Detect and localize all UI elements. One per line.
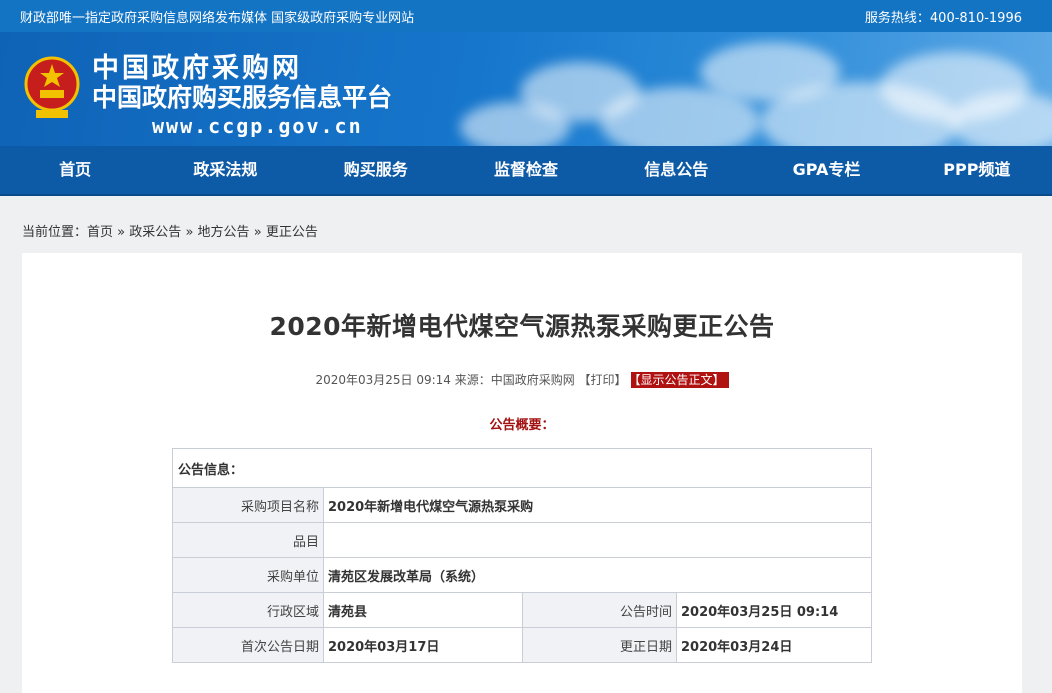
- logo-subtitle: 中国政府购买服务信息平台: [92, 83, 393, 112]
- first-date-label: 首次公告日期: [172, 627, 324, 663]
- breadcrumb-announcements[interactable]: 政采公告: [129, 225, 181, 240]
- table-row: 品目: [172, 522, 872, 558]
- breadcrumb-sep: »: [253, 225, 262, 240]
- nav-gpa[interactable]: GPA专栏: [751, 146, 901, 194]
- table-row: 采购项目名称 2020年新增电代煤空气源热泵采购: [172, 487, 872, 523]
- breadcrumb-local[interactable]: 地方公告: [198, 225, 250, 240]
- table-header: 公告信息：: [172, 448, 872, 488]
- region-value: 清苑县: [323, 592, 523, 628]
- nav-home[interactable]: 首页: [0, 146, 150, 194]
- logo-url: www.ccgp.gov.cn: [152, 114, 363, 138]
- announcement-info-table: 公告信息： 采购项目名称 2020年新增电代煤空气源热泵采购 品目 采购单位 清…: [172, 448, 872, 663]
- service-hotline: 服务热线：400-810-1996: [864, 10, 1022, 26]
- table-row: 行政区域 清苑县 公告时间 2020年03月25日 09:14: [172, 592, 872, 628]
- logo-title: 中国政府采购网: [92, 53, 302, 84]
- region-label: 行政区域: [172, 592, 324, 628]
- first-date-value: 2020年03月17日: [323, 627, 523, 663]
- project-name-label: 采购项目名称: [172, 487, 324, 523]
- overview-heading: 公告概要：: [489, 418, 555, 433]
- nav-supervision[interactable]: 监督检查: [451, 146, 601, 194]
- page-title: 2020年新增电代煤空气源热泵采购更正公告: [269, 312, 775, 341]
- announce-time-value: 2020年03月25日 09:14: [676, 592, 872, 628]
- item-label: 品目: [172, 522, 324, 558]
- breadcrumb-prefix: 当前位置：: [22, 225, 88, 240]
- nav-announcements[interactable]: 信息公告: [601, 146, 751, 194]
- table-row: 公告信息：: [172, 448, 872, 488]
- article-meta: 2020年03月25日 09:14 来源：中国政府采购网 【打印】 【显示公告正文…: [22, 371, 1022, 388]
- announce-time-label: 公告时间: [522, 592, 677, 628]
- site-banner: 中国政府采购网 中国政府购买服务信息平台 www.ccgp.gov.cn: [0, 32, 1052, 146]
- top-slogan: 财政部唯一指定政府采购信息网络发布媒体 国家级政府采购专业网站: [20, 10, 415, 26]
- breadcrumb-sep: »: [185, 225, 194, 240]
- breadcrumb-sep: »: [117, 225, 126, 240]
- nav-regulations[interactable]: 政采法规: [150, 146, 300, 194]
- correction-date-value: 2020年03月24日: [676, 627, 872, 663]
- buyer-label: 采购单位: [172, 557, 324, 593]
- article-panel: 2020年新增电代煤空气源热泵采购更正公告 2020年03月25日 09:14 …: [22, 253, 1022, 693]
- nav-purchase-service[interactable]: 购买服务: [301, 146, 451, 194]
- site-logo[interactable]: 中国政府采购网 中国政府购买服务信息平台 www.ccgp.gov.cn: [92, 53, 393, 139]
- correction-date-label: 更正日期: [522, 627, 677, 663]
- national-emblem-icon: [24, 56, 80, 118]
- breadcrumb-corrections[interactable]: 更正公告: [266, 225, 318, 240]
- item-value: [323, 522, 872, 558]
- breadcrumb: 当前位置：首页 » 政采公告 » 地方公告 » 更正公告: [0, 196, 1052, 254]
- buyer-value: 清苑区发展改革局（系统）: [323, 557, 872, 593]
- main-nav: 首页 政采法规 购买服务 监督检查 信息公告 GPA专栏 PPP频道: [0, 146, 1052, 196]
- nav-ppp[interactable]: PPP频道: [902, 146, 1052, 194]
- table-row: 首次公告日期 2020年03月17日 更正日期 2020年03月24日: [172, 627, 872, 663]
- article-meta-text: 2020年03月25日 09:14 来源：中国政府采购网 【打印】: [315, 373, 627, 387]
- table-row: 采购单位 清苑区发展改革局（系统）: [172, 557, 872, 593]
- top-info-bar: 财政部唯一指定政府采购信息网络发布媒体 国家级政府采购专业网站 服务热线：400…: [0, 0, 1052, 32]
- project-name-value: 2020年新增电代煤空气源热泵采购: [323, 487, 872, 523]
- breadcrumb-home[interactable]: 首页: [87, 225, 113, 240]
- show-content-button[interactable]: 【显示公告正文】: [630, 372, 729, 388]
